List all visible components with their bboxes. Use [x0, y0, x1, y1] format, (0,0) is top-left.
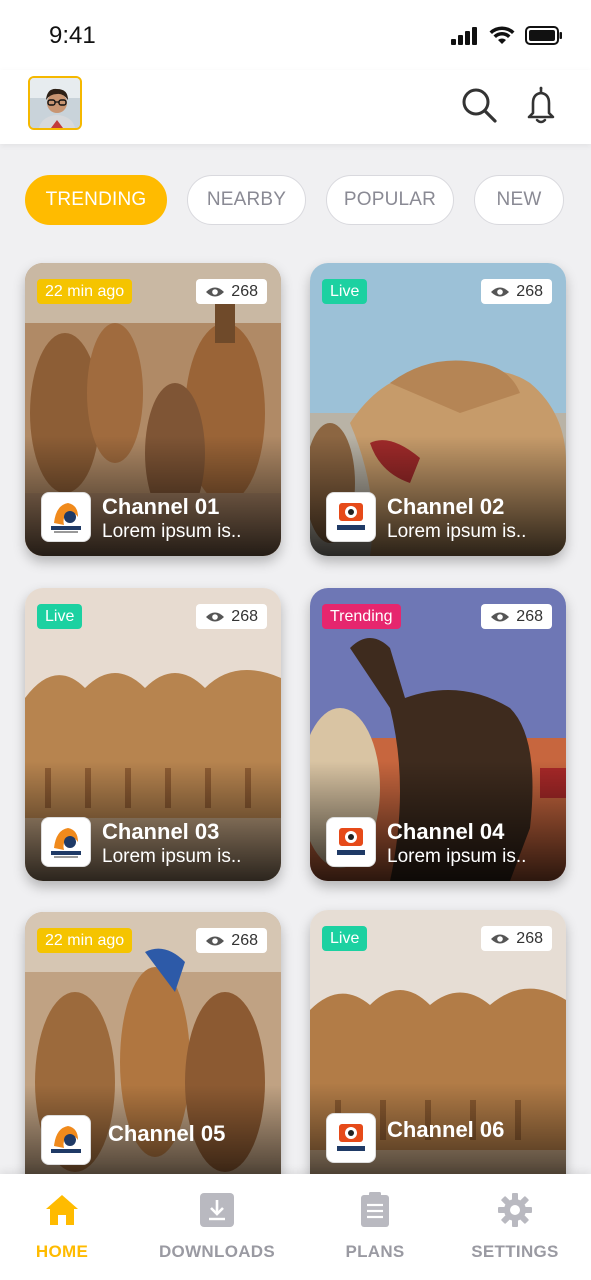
- bell-icon[interactable]: [522, 86, 560, 124]
- channel-subtitle: Lorem ipsum is..: [102, 521, 242, 542]
- nav-home[interactable]: HOME: [0, 1192, 132, 1262]
- app-header: [0, 70, 591, 144]
- view-count: 268: [196, 604, 267, 629]
- view-count-value: 268: [516, 282, 543, 300]
- status-badge: 22 min ago: [37, 279, 133, 304]
- tab-popular[interactable]: POPULAR: [326, 175, 454, 225]
- status-badge: Live: [37, 604, 83, 629]
- nav-settings[interactable]: SETTINGS: [445, 1192, 585, 1262]
- channel-title: Channel 04: [387, 819, 505, 844]
- status-badge: 22 min ago: [37, 928, 133, 953]
- status-icons: [451, 26, 563, 45]
- view-count: 268: [481, 604, 552, 629]
- tab-nearby[interactable]: NEARBY: [187, 175, 306, 225]
- channel-title: Channel 02: [387, 494, 505, 519]
- nav-settings-label: SETTINGS: [471, 1242, 559, 1261]
- nav-downloads-label: DOWNLOADS: [158, 1242, 276, 1261]
- channel-title: Channel 05: [108, 1121, 226, 1146]
- nav-home-label: HOME: [35, 1242, 89, 1261]
- channel-title: Channel 01: [102, 494, 220, 519]
- download-icon: [200, 1193, 234, 1227]
- filter-tabs: TRENDING NEARBY POPULAR NEW: [25, 175, 564, 225]
- eye-icon: [491, 287, 510, 296]
- gear-icon: [498, 1193, 532, 1227]
- status-badge: Trending: [322, 604, 401, 629]
- channel-card[interactable]: 22 min ago 268 Channel 01 Lorem ipsum is…: [25, 263, 281, 556]
- view-count-value: 268: [516, 607, 543, 625]
- view-count-value: 268: [231, 282, 258, 300]
- hotgames-logo: [41, 1115, 91, 1165]
- sporttv-logo: [326, 492, 376, 542]
- tab-trending[interactable]: TRENDING: [25, 175, 167, 225]
- signal-icon: [451, 26, 477, 45]
- status-bar: 9:41: [0, 0, 591, 70]
- view-count: 268: [196, 279, 267, 304]
- channel-card[interactable]: Live 268 Channel 06: [310, 910, 566, 1203]
- channel-subtitle: Lorem ipsum is..: [102, 846, 242, 867]
- view-count-value: 268: [516, 929, 543, 947]
- battery-icon: [525, 26, 562, 45]
- sporttv-logo: [326, 1113, 376, 1163]
- channel-subtitle: Lorem ipsum is..: [387, 521, 527, 542]
- eye-icon: [206, 936, 225, 945]
- user-avatar[interactable]: [28, 76, 82, 130]
- nav-plans[interactable]: PLANS: [305, 1192, 445, 1262]
- eye-icon: [206, 287, 225, 296]
- channel-title: Channel 06: [387, 1117, 505, 1142]
- channel-title: Channel 03: [102, 819, 220, 844]
- wifi-icon: [489, 26, 515, 44]
- channel-card[interactable]: Live 268 Channel 03 Lorem ipsum is..: [25, 588, 281, 881]
- view-count-value: 268: [231, 607, 258, 625]
- status-badge: Live: [322, 926, 368, 951]
- plans-icon: [361, 1192, 389, 1227]
- hotgames-logo: [41, 492, 91, 542]
- channel-subtitle: Lorem ipsum is..: [387, 846, 527, 867]
- status-badge: Live: [322, 279, 368, 304]
- bottom-nav: HOME DOWNLOADS PLANS SETTINGS: [0, 1174, 591, 1280]
- home-icon: [46, 1195, 78, 1225]
- channel-card[interactable]: Trending 268 Channel 04 Lorem ipsum is..: [310, 588, 566, 881]
- search-icon[interactable]: [460, 86, 498, 124]
- nav-plans-label: PLANS: [345, 1242, 405, 1261]
- status-time: 9:41: [49, 22, 96, 49]
- eye-icon: [206, 612, 225, 621]
- eye-icon: [491, 612, 510, 621]
- view-count-value: 268: [231, 931, 258, 949]
- nav-downloads[interactable]: DOWNLOADS: [147, 1192, 287, 1262]
- view-count: 268: [196, 928, 267, 953]
- view-count: 268: [481, 279, 552, 304]
- channel-card[interactable]: Live 268 Channel 02 Lorem ipsum is..: [310, 263, 566, 556]
- sporttv-logo: [326, 817, 376, 867]
- eye-icon: [491, 934, 510, 943]
- tab-new[interactable]: NEW: [474, 175, 564, 225]
- channel-card[interactable]: 22 min ago 268 Channel 05: [25, 912, 281, 1205]
- hotgames-logo: [41, 817, 91, 867]
- view-count: 268: [481, 926, 552, 951]
